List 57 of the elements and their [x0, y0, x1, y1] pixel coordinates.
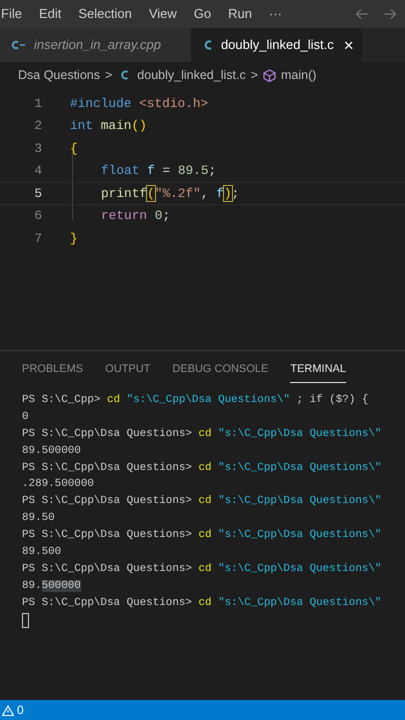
menu-item[interactable]: ···: [269, 4, 282, 24]
terminal-line: 89.500: [22, 545, 62, 560]
panel-tab[interactable]: OUTPUT: [105, 360, 150, 383]
breadcrumb-item[interactable]: main(): [281, 66, 316, 84]
forward-arrow-icon: [383, 8, 397, 20]
warning-count[interactable]: 0: [17, 701, 24, 719]
cpp-file-icon: [10, 40, 26, 50]
c-file-icon: [120, 69, 130, 81]
panel-tab[interactable]: PROBLEMS: [22, 360, 84, 383]
code-line: #include <stdio.h>: [70, 94, 208, 113]
cube-icon: [263, 68, 276, 82]
menu-item[interactable]: Run: [228, 4, 252, 24]
breadcrumb-separator: >: [104, 66, 112, 84]
menu-item[interactable]: View: [148, 4, 177, 24]
terminal-line: PS S:\C_Cpp\Dsa Questions> cd "s:\C_Cpp\Dsa Questions\": [22, 460, 382, 476]
menu-item[interactable]: File: [1, 4, 22, 24]
tab-label: doubly_linked_list.c: [220, 36, 334, 54]
terminal-line: .289.500000: [22, 477, 95, 492]
code-line: float f = 89.5;: [101, 162, 216, 180]
terminal-cursor: [22, 612, 29, 628]
line-number: 5: [33, 184, 43, 203]
menu-item[interactable]: Edit: [38, 4, 62, 24]
line-number: 1: [33, 94, 43, 113]
code-line: {: [70, 140, 78, 158]
line-number: 2: [33, 117, 43, 136]
panel-tab[interactable]: TERMINAL: [290, 360, 346, 383]
line-number: 7: [33, 230, 43, 248]
terminal-line: PS S:\C_Cpp\Dsa Questions> cd "s:\C_Cpp\Dsa Questions\": [22, 528, 382, 544]
terminal-line: 0: [22, 410, 30, 425]
menu-item[interactable]: Selection: [78, 4, 132, 24]
editor-tab[interactable]: insertion_in_array.cpp: [0, 28, 191, 62]
code-line: int main(): [70, 117, 147, 136]
line-number: 3: [33, 140, 43, 158]
terminal-line: PS S:\C_Cpp\Dsa Questions> cd "s:\C_Cpp\Dsa Questions\": [22, 494, 382, 510]
terminal-line: 89.500000: [22, 444, 82, 459]
terminal-line: PS S:\C_Cpp\Dsa Questions> cd "s:\C_Cpp\Dsa Questions\": [22, 562, 382, 577]
close-button[interactable]: ×: [344, 36, 354, 54]
breadcrumb-separator: >: [250, 66, 258, 84]
terminal-line: PS S:\C_Cpp> cd "s:\C_Cpp\Dsa Questions\" ; if ($?) {: [22, 393, 370, 408]
line-number: 6: [33, 207, 43, 226]
terminal-line: PS S:\C_Cpp\Dsa Questions> cd "s:\C_Cpp\Dsa Questions\": [22, 426, 382, 442]
back-arrow-icon: [355, 8, 369, 20]
line-number: 4: [33, 162, 43, 180]
terminal-line: 89.500000: [22, 578, 82, 594]
c-file-icon: [202, 39, 213, 51]
code-line: printf("%.2f", f);: [101, 184, 240, 203]
breadcrumb-item[interactable]: doubly_linked_list.c: [137, 66, 246, 84]
terminal-line: PS S:\C_Cpp\Dsa Questions> cd "s:\C_Cpp\Dsa Questions\": [22, 596, 382, 611]
breadcrumb-item[interactable]: Dsa Questions: [18, 66, 100, 84]
panel-tab[interactable]: DEBUG CONSOLE: [172, 360, 268, 383]
terminal-line: 89.50: [22, 511, 56, 526]
code-line: return 0;: [101, 207, 170, 226]
editor-tab[interactable]: doubly_linked_list.c ×: [190, 28, 362, 62]
code-line: }: [70, 230, 78, 248]
tab-label: insertion_in_array.cpp: [34, 36, 161, 54]
warning-icon: [2, 704, 14, 716]
menu-item[interactable]: Go: [194, 4, 212, 24]
